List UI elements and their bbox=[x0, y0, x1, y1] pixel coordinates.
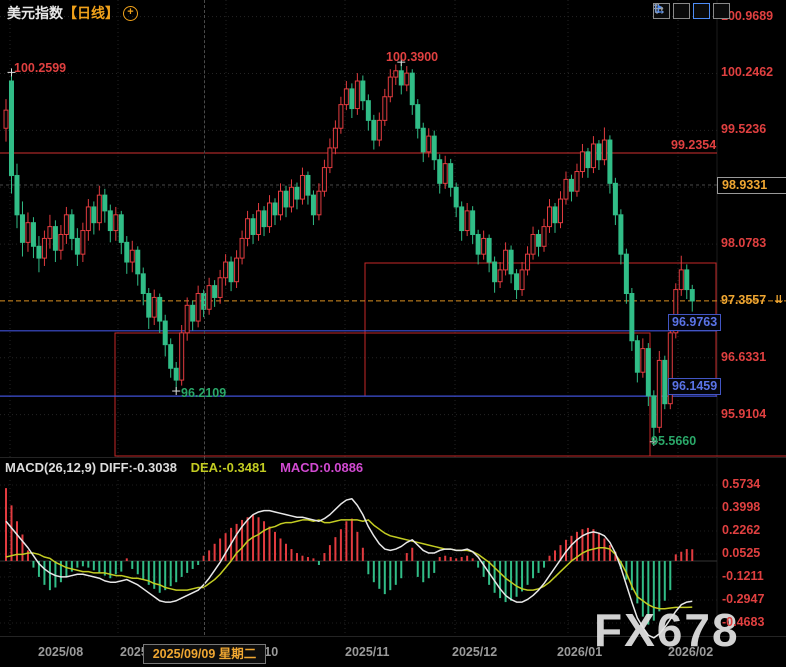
pan-right-icon[interactable] bbox=[713, 3, 730, 19]
price-chart-canvas[interactable] bbox=[0, 0, 786, 667]
period-tag: 【日线】 bbox=[63, 3, 119, 23]
price-axis-label: 96.6331 bbox=[721, 350, 766, 364]
price-axis-label: 98.0783 bbox=[721, 236, 766, 250]
x-axis-label: 2025/12 bbox=[452, 645, 497, 659]
swing-low-label-2: 95.5660 bbox=[651, 434, 696, 448]
resistance-line-label: 99.2354 bbox=[671, 138, 716, 152]
macd-axis-label: -0.2947 bbox=[722, 592, 764, 606]
macd-axis-label: 0.0525 bbox=[722, 546, 760, 560]
crosshair-vertical-line bbox=[204, 0, 205, 635]
macd-axis-label: 0.3998 bbox=[722, 500, 760, 514]
price-axis-label: 99.5236 bbox=[721, 122, 766, 136]
x-axis-label: 2025/11 bbox=[345, 645, 390, 659]
watermark: FX678 bbox=[594, 603, 740, 657]
macd-params-diff-label: MACD(26,12,9) DIFF:-0.3038 bbox=[5, 460, 177, 475]
peak-high-label: 100.3900 bbox=[386, 50, 438, 64]
crosshair-price-label: 98.9331 bbox=[717, 177, 786, 194]
macd-axis-label: 0.5734 bbox=[722, 477, 760, 491]
macd-dea-label: DEA:-0.3481 bbox=[191, 460, 267, 475]
current-price-value: 97.3557 bbox=[721, 293, 766, 307]
add-indicator-icon[interactable]: + bbox=[123, 6, 138, 21]
price-axis-label: 95.9104 bbox=[721, 407, 766, 421]
auto-fit-icon[interactable] bbox=[693, 3, 710, 19]
crosshair-date-tooltip: 2025/09/09 星期二 bbox=[143, 644, 266, 664]
x-axis-label: 2026/02 bbox=[668, 645, 713, 659]
macd-axis-label: -0.4683 bbox=[722, 615, 764, 629]
x-axis-label: 2026/01 bbox=[557, 645, 602, 659]
support-price-label-2: 96.1459 bbox=[668, 378, 721, 395]
session-high-label: 100.2599 bbox=[14, 61, 66, 75]
swing-low-label-1: 96.2109 bbox=[181, 386, 226, 400]
chart-app-window: { "header": {"symbol": "美元指数", "period_t… bbox=[0, 0, 786, 667]
symbol-title: 美元指数 bbox=[7, 3, 63, 23]
support-price-label-1: 96.9763 bbox=[668, 314, 721, 331]
macd-indicator-header[interactable]: MACD(26,12,9) DIFF:-0.3038 DEA:-0.3481 M… bbox=[5, 460, 363, 475]
current-price-tag: 97.3557 ⇊ bbox=[721, 293, 783, 307]
axis-scale-icon[interactable] bbox=[673, 3, 690, 19]
price-axis-label: 100.2462 bbox=[721, 65, 773, 79]
titlebar: 美元指数 【日线】 + bbox=[7, 3, 138, 23]
macd-axis-label: -0.1211 bbox=[722, 569, 764, 583]
x-axis-label: 2025/08 bbox=[38, 645, 83, 659]
chart-toolbar bbox=[653, 3, 730, 19]
macd-axis-label: 0.2262 bbox=[722, 523, 760, 537]
macd-value-label: MACD:0.0886 bbox=[280, 460, 363, 475]
scroll-to-latest-icon[interactable]: ⇊ bbox=[774, 295, 783, 306]
